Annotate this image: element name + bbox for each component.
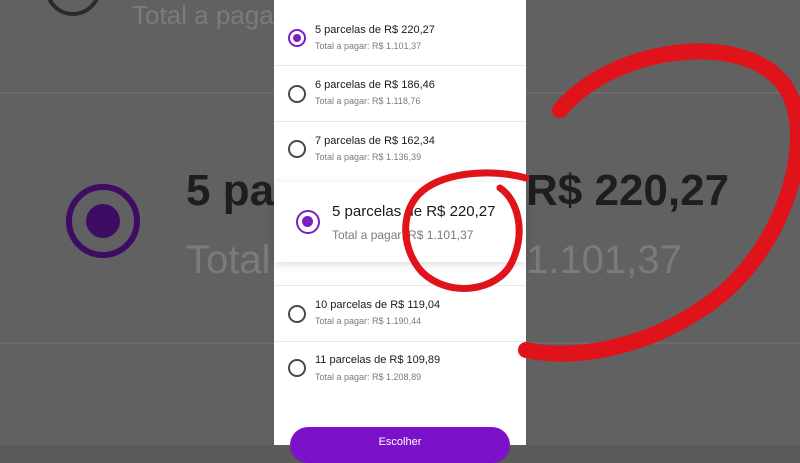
annotation-circle — [402, 43, 800, 362]
red-scribble — [402, 43, 800, 362]
